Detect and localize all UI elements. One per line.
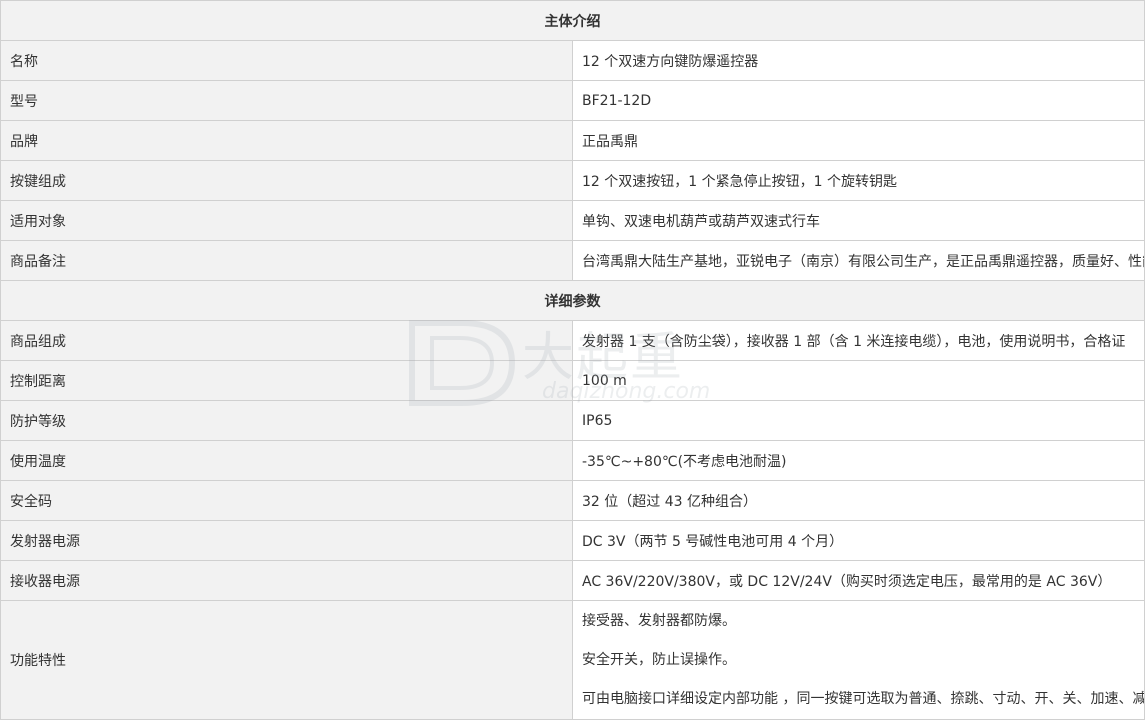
feature-line: 接受器、发射器都防爆。 — [582, 613, 736, 629]
spec-table: 主体介绍 名称 12 个双速方向键防爆遥控器 型号 BF21-12D 品牌 正品… — [0, 0, 1145, 720]
table-row: 接收器电源 AC 36V/220V/380V，或 DC 12V/24V（购买时须… — [0, 560, 1145, 601]
row-value: IP65 — [572, 400, 1145, 441]
feature-line: 可由电脑接口详细设定内部功能 ，同一按键可选取为普通、捺跳、寸动、开、关、加速、… — [582, 691, 1145, 707]
table-row: 品牌 正品禹鼎 — [0, 120, 1145, 161]
row-label: 商品备注 — [0, 240, 573, 281]
table-row: 商品组成 发射器 1 支（含防尘袋），接收器 1 部（含 1 米连接电缆），电池… — [0, 320, 1145, 361]
row-value: 单钩、双速电机葫芦或葫芦双速式行车 — [572, 200, 1145, 241]
table-row: 发射器电源 DC 3V（两节 5 号碱性电池可用 4 个月） — [0, 520, 1145, 561]
table-row: 控制距离 100 m — [0, 360, 1145, 401]
table-row: 适用对象 单钩、双速电机葫芦或葫芦双速式行车 — [0, 200, 1145, 241]
table-row-features: 功能特性 接受器、发射器都防爆。 安全开关，防止误操作。 可由电脑接口详细设定内… — [0, 600, 1145, 720]
row-value: 台湾禹鼎大陆生产基地，亚锐电子（南京）有限公司生产，是正品禹鼎遥控器，质量好、性… — [572, 240, 1145, 281]
row-value: 100 m — [572, 360, 1145, 401]
row-label: 接收器电源 — [0, 560, 573, 601]
row-value: 12 个双速按钮，1 个紧急停止按钮，1 个旋转钥匙 — [572, 160, 1145, 201]
row-label: 品牌 — [0, 120, 573, 161]
table-row: 名称 12 个双速方向键防爆遥控器 — [0, 40, 1145, 81]
row-value: 32 位（超过 43 亿种组合） — [572, 480, 1145, 521]
feature-line: 安全开关，防止误操作。 — [582, 652, 736, 668]
row-label: 功能特性 — [0, 600, 573, 720]
row-label: 发射器电源 — [0, 520, 573, 561]
row-value: 12 个双速方向键防爆遥控器 — [572, 40, 1145, 81]
row-value-features: 接受器、发射器都防爆。 安全开关，防止误操作。 可由电脑接口详细设定内部功能 ，… — [572, 600, 1145, 720]
section-title: 详细参数 — [0, 280, 1145, 321]
row-label: 适用对象 — [0, 200, 573, 241]
section-title: 主体介绍 — [0, 0, 1145, 41]
section-header-details: 详细参数 — [0, 280, 1145, 321]
row-label: 商品组成 — [0, 320, 573, 361]
row-value: BF21-12D — [572, 80, 1145, 121]
row-value: DC 3V（两节 5 号碱性电池可用 4 个月） — [572, 520, 1145, 561]
table-row: 使用温度 -35℃~+80℃(不考虑电池耐温) — [0, 440, 1145, 481]
row-value: 发射器 1 支（含防尘袋），接收器 1 部（含 1 米连接电缆），电池，使用说明… — [572, 320, 1145, 361]
row-label: 控制距离 — [0, 360, 573, 401]
table-row: 安全码 32 位（超过 43 亿种组合） — [0, 480, 1145, 521]
row-label: 名称 — [0, 40, 573, 81]
row-label: 按键组成 — [0, 160, 573, 201]
row-label: 安全码 — [0, 480, 573, 521]
table-row: 商品备注 台湾禹鼎大陆生产基地，亚锐电子（南京）有限公司生产，是正品禹鼎遥控器，… — [0, 240, 1145, 281]
section-header-intro: 主体介绍 — [0, 0, 1145, 41]
row-label: 防护等级 — [0, 400, 573, 441]
row-label: 使用温度 — [0, 440, 573, 481]
table-row: 防护等级 IP65 — [0, 400, 1145, 441]
table-row: 型号 BF21-12D — [0, 80, 1145, 121]
row-label: 型号 — [0, 80, 573, 121]
row-value: AC 36V/220V/380V，或 DC 12V/24V（购买时须选定电压，最… — [572, 560, 1145, 601]
row-value: 正品禹鼎 — [572, 120, 1145, 161]
row-value: -35℃~+80℃(不考虑电池耐温) — [572, 440, 1145, 481]
table-row: 按键组成 12 个双速按钮，1 个紧急停止按钮，1 个旋转钥匙 — [0, 160, 1145, 201]
